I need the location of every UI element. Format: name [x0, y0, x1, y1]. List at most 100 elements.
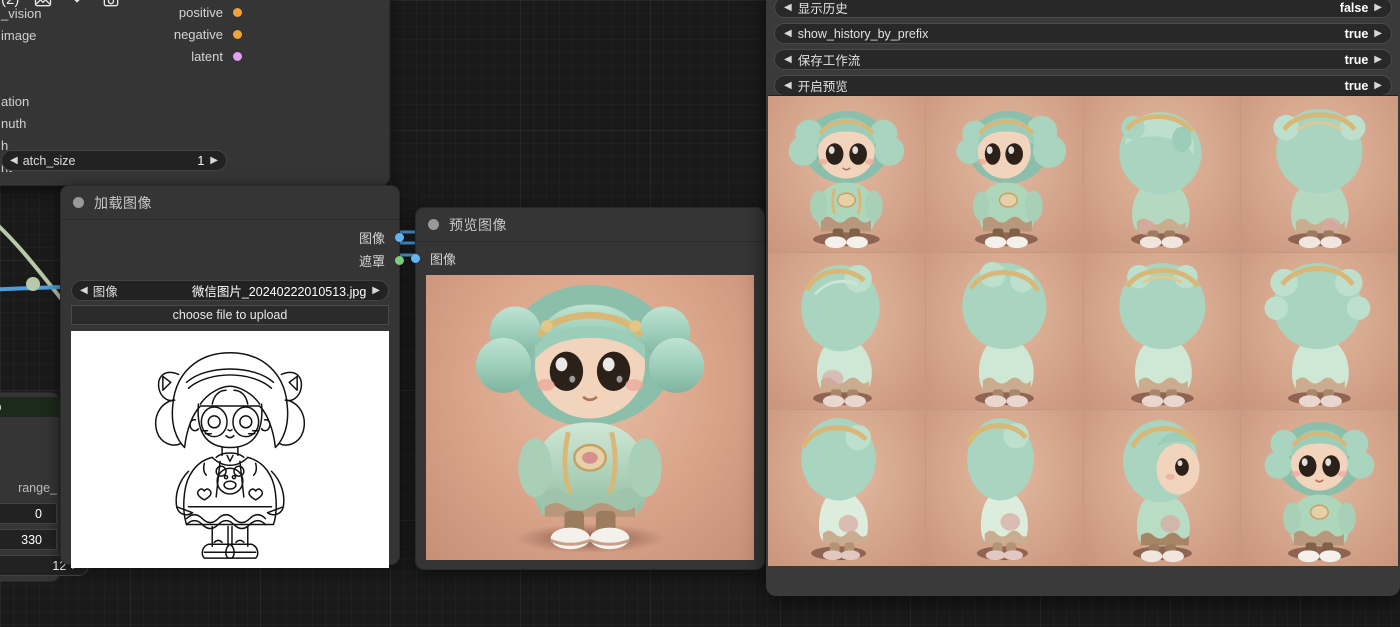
next-arrow-icon[interactable]: ▶ — [1374, 81, 1382, 91]
setting-label: 显示历史 — [798, 0, 848, 17]
setting-value: false — [1340, 1, 1369, 15]
chibi-figure-front — [426, 275, 754, 560]
preview-image-header[interactable]: 预览图像 — [416, 208, 764, 242]
chibi-back-side — [926, 410, 1083, 566]
setting-value: true — [1345, 53, 1369, 67]
input-label-image: 图像 — [430, 249, 456, 268]
output-label-mask: 遮罩 — [359, 251, 385, 270]
green-label-text: omfy_Kep — [0, 400, 1, 414]
batch-size-widget[interactable]: ◀ atch_size 1 ▶ — [1, 150, 227, 171]
next-arrow-icon[interactable]: ▶ — [1374, 55, 1382, 65]
load-image-preview[interactable] — [71, 331, 389, 568]
setting-label: 开启预览 — [798, 76, 848, 95]
output-slot-image[interactable]: 图像 — [61, 226, 399, 249]
value-widget-1[interactable]: 330 — [0, 529, 57, 550]
chibi-back-three-quarter — [1084, 96, 1241, 252]
chibi-back-turn — [1241, 253, 1398, 409]
image-widget-value: 微信图片_20240222010513.jpg — [192, 281, 366, 300]
next-arrow-icon[interactable]: ▶ — [1374, 29, 1382, 39]
next-arrow-icon[interactable]: ▶ — [1374, 3, 1382, 13]
input-label-0: _vision — [1, 3, 41, 25]
preview-image-body: 图像 — [416, 242, 764, 568]
chibi-back-left — [768, 410, 925, 566]
chibi-front-three-quarter — [926, 96, 1083, 252]
result-thumbnail[interactable] — [1084, 410, 1241, 566]
chibi-back-2 — [926, 253, 1083, 409]
output-label-negative: negative — [174, 27, 223, 42]
setting-label: show_history_by_prefix — [798, 27, 929, 41]
slot-dot-mask[interactable] — [395, 256, 404, 265]
prev-arrow-icon[interactable]: ◀ — [784, 3, 792, 13]
settings-list: ◀ 显示历史 false ▶ ◀ show_history_by_prefix … — [766, 0, 1400, 96]
setting-value: true — [1345, 27, 1369, 41]
setting-label: 保存工作流 — [798, 50, 861, 69]
output-slot-latent[interactable]: latent — [57, 45, 237, 67]
chibi-side-profile — [1084, 410, 1241, 566]
result-thumbnail[interactable] — [768, 410, 925, 566]
load-image-node[interactable]: 加载图像 图像 遮罩 ◀ 图像 微信图片_20240222010513.jpg … — [60, 185, 400, 565]
batch-size-label: atch_size — [23, 154, 76, 168]
setting-row[interactable]: ◀ 显示历史 false ▶ — [774, 0, 1392, 18]
result-thumbnail[interactable] — [1084, 96, 1241, 252]
left-edge-node[interactable]: omfy_Kep range_ 0 330 12 ▶ — [0, 392, 60, 582]
setting-row[interactable]: ◀ 开启预览 true ▶ — [774, 75, 1392, 96]
ksampler-node[interactable]: (2) _vision image ation nuth h ht positi… — [0, 0, 390, 186]
load-image-title: 加载图像 — [94, 193, 152, 213]
result-thumbnail[interactable] — [926, 410, 1083, 566]
result-thumbnail[interactable] — [926, 96, 1083, 252]
result-thumbnail[interactable] — [768, 253, 925, 409]
preview-image-render[interactable] — [426, 275, 754, 560]
setting-row[interactable]: ◀ show_history_by_prefix true ▶ — [774, 23, 1392, 44]
setting-row[interactable]: ◀ 保存工作流 true ▶ — [774, 49, 1392, 70]
slot-dot-negative[interactable] — [233, 30, 242, 39]
slot-dot-latent[interactable] — [233, 52, 242, 61]
result-thumbnail[interactable] — [1241, 253, 1398, 409]
increment-arrow-icon[interactable]: ▶ — [210, 156, 218, 166]
result-thumbnail[interactable] — [1241, 96, 1398, 252]
upload-file-button[interactable]: choose file to upload — [71, 305, 389, 325]
preview-image-node[interactable]: 预览图像 图像 — [415, 207, 765, 570]
slot-dot-positive[interactable] — [233, 8, 242, 17]
input-label-2: ation — [1, 91, 41, 113]
output-label-latent: latent — [191, 49, 223, 64]
collapse-dot-icon[interactable] — [428, 219, 439, 230]
result-thumbnail[interactable] — [1084, 253, 1241, 409]
results-panel[interactable]: ◀ 显示历史 false ▶ ◀ show_history_by_prefix … — [766, 0, 1400, 596]
image-prev-arrow-icon[interactable]: ◀ — [80, 286, 88, 296]
slot-dot-image[interactable] — [395, 233, 404, 242]
green-text-field[interactable]: omfy_Kep — [0, 397, 61, 417]
output-label-positive: positive — [179, 5, 223, 20]
batch-size-value: 1 — [197, 154, 204, 168]
output-slot-negative[interactable]: negative — [57, 23, 237, 45]
slot-dot-image-input[interactable] — [411, 254, 420, 263]
chibi-front — [768, 96, 925, 252]
range-label: range_ — [18, 481, 57, 495]
decrement-arrow-icon[interactable]: ◀ — [10, 156, 18, 166]
chibi-back — [1241, 96, 1398, 252]
upload-file-button-label: choose file to upload — [173, 308, 288, 322]
collapse-dot-icon[interactable] — [73, 197, 84, 208]
value-1: 330 — [21, 533, 42, 547]
value-0: 0 — [35, 507, 42, 521]
input-slot-image[interactable]: 图像 — [416, 246, 764, 270]
load-image-body: 图像 遮罩 ◀ 图像 微信图片_20240222010513.jpg ▶ cho… — [61, 220, 399, 576]
output-slot-positive[interactable]: positive — [57, 1, 237, 23]
input-label-3: nuth — [1, 113, 41, 135]
result-thumbnail[interactable] — [926, 253, 1083, 409]
preview-image-title: 预览图像 — [449, 215, 507, 235]
chibi-front-three-quarter-2 — [1241, 410, 1398, 566]
chibi-render-front — [426, 275, 754, 560]
load-image-header[interactable]: 加载图像 — [61, 186, 399, 220]
prev-arrow-icon[interactable]: ◀ — [784, 29, 792, 39]
image-file-widget[interactable]: ◀ 图像 微信图片_20240222010513.jpg ▶ — [71, 280, 389, 301]
prev-arrow-icon[interactable]: ◀ — [784, 81, 792, 91]
result-thumbnail[interactable] — [768, 96, 925, 252]
result-thumbnail[interactable] — [1241, 410, 1398, 566]
prev-arrow-icon[interactable]: ◀ — [784, 55, 792, 65]
image-next-arrow-icon[interactable]: ▶ — [372, 286, 380, 296]
results-image-grid[interactable] — [768, 95, 1398, 566]
lineart-chibi-sketch — [71, 331, 389, 568]
output-slot-mask[interactable]: 遮罩 — [61, 249, 399, 272]
value-widget-0[interactable]: 0 — [0, 503, 57, 524]
setting-value: true — [1345, 79, 1369, 93]
